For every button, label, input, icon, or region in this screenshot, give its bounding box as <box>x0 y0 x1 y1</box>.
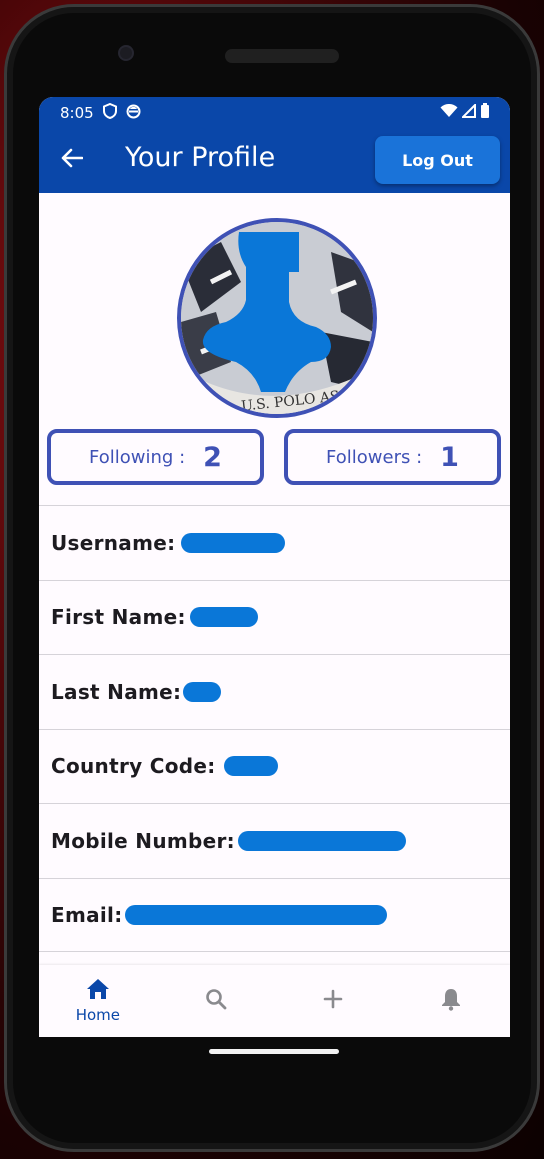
arrow-left-icon <box>61 148 84 172</box>
country-code-label: Country Code: <box>51 754 216 779</box>
nav-home-label: Home <box>75 1006 121 1024</box>
home-icon <box>86 978 110 1004</box>
nav-add[interactable] <box>275 965 393 1037</box>
email-row: Email: <box>39 877 510 952</box>
plus-icon <box>323 989 343 1013</box>
app-screen: 8:05 Your Profile Log Out U.S. POLO ASSN… <box>39 97 510 1037</box>
following-label: Following : <box>89 446 186 468</box>
last-name-label: Last Name: <box>51 679 182 704</box>
profile-photo: U.S. POLO ASSN. <box>181 222 373 414</box>
last-name-redaction <box>183 681 222 702</box>
bottom-navigation: Home <box>39 965 510 1037</box>
avatar[interactable]: U.S. POLO ASSN. <box>177 218 377 418</box>
first-name-label: First Name: <box>51 605 186 630</box>
country-code-row: Country Code: <box>39 728 510 804</box>
status-bar: 8:05 <box>39 97 510 129</box>
shield-icon <box>102 102 117 123</box>
app-bar: Your Profile Log Out <box>39 129 510 193</box>
first-name-redaction <box>189 607 258 628</box>
sync-icon <box>126 104 141 123</box>
home-indicator[interactable] <box>209 1049 339 1054</box>
email-redaction <box>124 904 387 925</box>
signal-icon <box>460 102 476 122</box>
mobile-number-label: Mobile Number: <box>51 828 235 853</box>
status-time: 8:05 <box>60 104 94 122</box>
followers-count: 1 <box>440 441 459 473</box>
mobile-number-redaction <box>237 830 406 851</box>
username-redaction <box>181 532 286 553</box>
followers-label: Followers : <box>326 446 423 468</box>
following-count: 2 <box>203 441 222 473</box>
earpiece-speaker <box>225 49 339 63</box>
first-name-row: First Name: <box>39 579 510 655</box>
username-row: Username: <box>39 505 510 580</box>
front-camera <box>118 45 134 61</box>
back-button[interactable] <box>57 145 87 175</box>
bell-icon <box>440 987 462 1015</box>
followers-box[interactable]: Followers : 1 <box>284 429 501 485</box>
following-box[interactable]: Following : 2 <box>47 429 264 485</box>
mobile-number-row: Mobile Number: <box>39 803 510 878</box>
page-title: Your Profile <box>125 142 276 173</box>
nav-search[interactable] <box>157 965 275 1037</box>
wifi-icon <box>440 103 458 122</box>
last-name-row: Last Name: <box>39 654 510 729</box>
username-label: Username: <box>51 530 176 555</box>
profile-info-list: Username: First Name: Last Name: Country… <box>39 505 510 952</box>
email-label: Email: <box>51 902 123 927</box>
country-code-redaction <box>223 756 278 777</box>
nav-home[interactable]: Home <box>39 965 157 1037</box>
nav-notifications[interactable] <box>392 965 510 1037</box>
logout-button[interactable]: Log Out <box>375 136 500 184</box>
battery-icon <box>480 103 490 123</box>
search-icon <box>205 988 227 1014</box>
